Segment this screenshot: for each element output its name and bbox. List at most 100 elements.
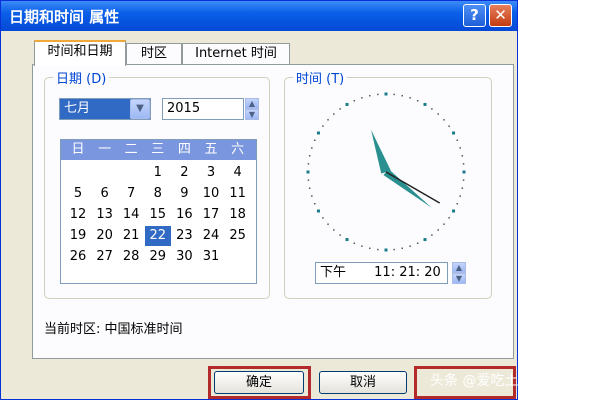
- date-group-label: 日期 (D): [53, 68, 110, 87]
- minute-tick: [431, 108, 433, 110]
- minute-tick: [327, 223, 329, 225]
- calendar-day[interactable]: 24: [198, 226, 224, 246]
- arrow-up-icon: ▲: [248, 99, 256, 108]
- hour-tick: [384, 92, 388, 96]
- time-value: 11: 21: 20: [374, 265, 441, 280]
- minute-tick: [456, 202, 459, 205]
- close-button[interactable]: ✕: [489, 4, 512, 27]
- minute-tick: [409, 97, 411, 99]
- hour-hand: [370, 129, 391, 174]
- year-spin-down-button[interactable]: ▼: [245, 109, 259, 120]
- calendar-day[interactable]: 9: [171, 184, 197, 204]
- minute-tick: [393, 93, 395, 96]
- title-bar[interactable]: 日期和时间 属性 ? ✕: [1, 1, 517, 31]
- minute-tick: [327, 119, 329, 121]
- minute-tick: [416, 99, 419, 102]
- weekday-label: 三: [151, 142, 165, 157]
- arrow-up-icon: ▲: [455, 263, 463, 272]
- calendar-day[interactable]: 5: [65, 184, 91, 204]
- help-button[interactable]: ?: [463, 4, 486, 27]
- tab-time-and-date[interactable]: 时间和日期: [34, 40, 126, 66]
- minute-tick: [461, 187, 464, 189]
- calendar-day[interactable]: 12: [65, 205, 91, 225]
- calendar-day[interactable]: 20: [92, 226, 118, 246]
- calendar-day[interactable]: 14: [118, 205, 144, 225]
- calendar-day[interactable]: 17: [198, 205, 224, 225]
- minute-tick: [431, 234, 433, 236]
- minute-tick: [462, 163, 465, 165]
- highlight-box-apply: [414, 366, 516, 399]
- hour-tick: [462, 170, 466, 174]
- calendar-day[interactable]: 4: [225, 163, 251, 183]
- minute-tick: [361, 97, 363, 99]
- calendar-day[interactable]: 3: [198, 163, 224, 183]
- year-input[interactable]: 2015: [162, 98, 244, 120]
- minute-tick: [308, 155, 311, 157]
- month-dropdown-button[interactable]: ▼: [130, 99, 150, 119]
- weekday-label: 日: [71, 142, 85, 157]
- calendar-day[interactable]: 15: [145, 205, 171, 225]
- tab-timezone[interactable]: 时区: [126, 43, 182, 65]
- calendar-day[interactable]: 13: [92, 205, 118, 225]
- tab-internet-time[interactable]: Internet 时间: [182, 43, 290, 65]
- calendar-day[interactable]: 25: [225, 226, 251, 246]
- calendar-day[interactable]: 22: [144, 226, 171, 246]
- calendar-day[interactable]: 10: [198, 184, 224, 204]
- minute-tick: [333, 113, 335, 115]
- calendar-day[interactable]: 29: [145, 247, 171, 267]
- time-spin-up-button[interactable]: ▲: [452, 262, 466, 273]
- time-group-label: 时间 (T): [293, 68, 348, 87]
- minute-tick: [361, 245, 363, 247]
- minute-tick: [416, 242, 419, 245]
- calendar-day[interactable]: 18: [225, 205, 251, 225]
- calendar-day[interactable]: 2: [171, 163, 197, 183]
- arrow-down-icon: ▼: [248, 110, 256, 119]
- minute-tick: [369, 94, 371, 97]
- minute-tick: [322, 217, 324, 219]
- minute-tick: [311, 195, 313, 197]
- minute-tick: [437, 113, 439, 115]
- calendar-day[interactable]: 6: [92, 184, 118, 204]
- month-value: 七月: [64, 101, 91, 116]
- calendar-day[interactable]: 28: [118, 247, 144, 267]
- minute-tick: [313, 202, 316, 205]
- calendar-day[interactable]: 30: [171, 247, 197, 267]
- calendar-day[interactable]: 16: [171, 205, 197, 225]
- minute-tick: [307, 163, 310, 165]
- calendar-day[interactable]: 11: [225, 184, 251, 204]
- ok-button[interactable]: 确定: [214, 371, 304, 394]
- minute-tick: [339, 234, 341, 236]
- weekday-label: 二: [124, 142, 138, 157]
- calendar-day[interactable]: 8: [145, 184, 171, 204]
- minute-tick: [462, 179, 465, 181]
- weekday-label: 一: [98, 142, 112, 157]
- minute-tick: [443, 223, 445, 225]
- second-hand: [385, 171, 441, 204]
- minute-tick: [311, 147, 313, 149]
- hour-tick: [452, 131, 456, 135]
- minute-tick: [308, 187, 311, 189]
- weekday-label: 五: [204, 142, 218, 157]
- minute-tick: [437, 229, 439, 231]
- calendar-day[interactable]: 19: [65, 226, 91, 246]
- minute-tick: [322, 125, 324, 127]
- calendar-day[interactable]: 1: [145, 163, 171, 183]
- minute-tick: [456, 139, 459, 142]
- calendar-day[interactable]: 31: [198, 247, 224, 267]
- minute-tick: [353, 99, 356, 102]
- hour-tick: [316, 131, 320, 135]
- calendar-day[interactable]: 7: [118, 184, 144, 204]
- calendar-day[interactable]: 23: [171, 226, 197, 246]
- year-spin-up-button[interactable]: ▲: [245, 98, 259, 109]
- minute-tick: [353, 242, 356, 245]
- arrow-down-icon: ▼: [455, 274, 463, 283]
- minute-tick: [307, 179, 310, 181]
- time-input[interactable]: 下午 11: 21: 20: [315, 262, 448, 284]
- minute-tick: [409, 245, 411, 247]
- calendar-day[interactable]: 26: [65, 247, 91, 267]
- time-spin-down-button[interactable]: ▼: [452, 273, 466, 284]
- calendar-day[interactable]: 21: [118, 226, 144, 246]
- hour-tick: [423, 102, 427, 106]
- calendar-day[interactable]: 27: [92, 247, 118, 267]
- cancel-button[interactable]: 取消: [319, 371, 407, 394]
